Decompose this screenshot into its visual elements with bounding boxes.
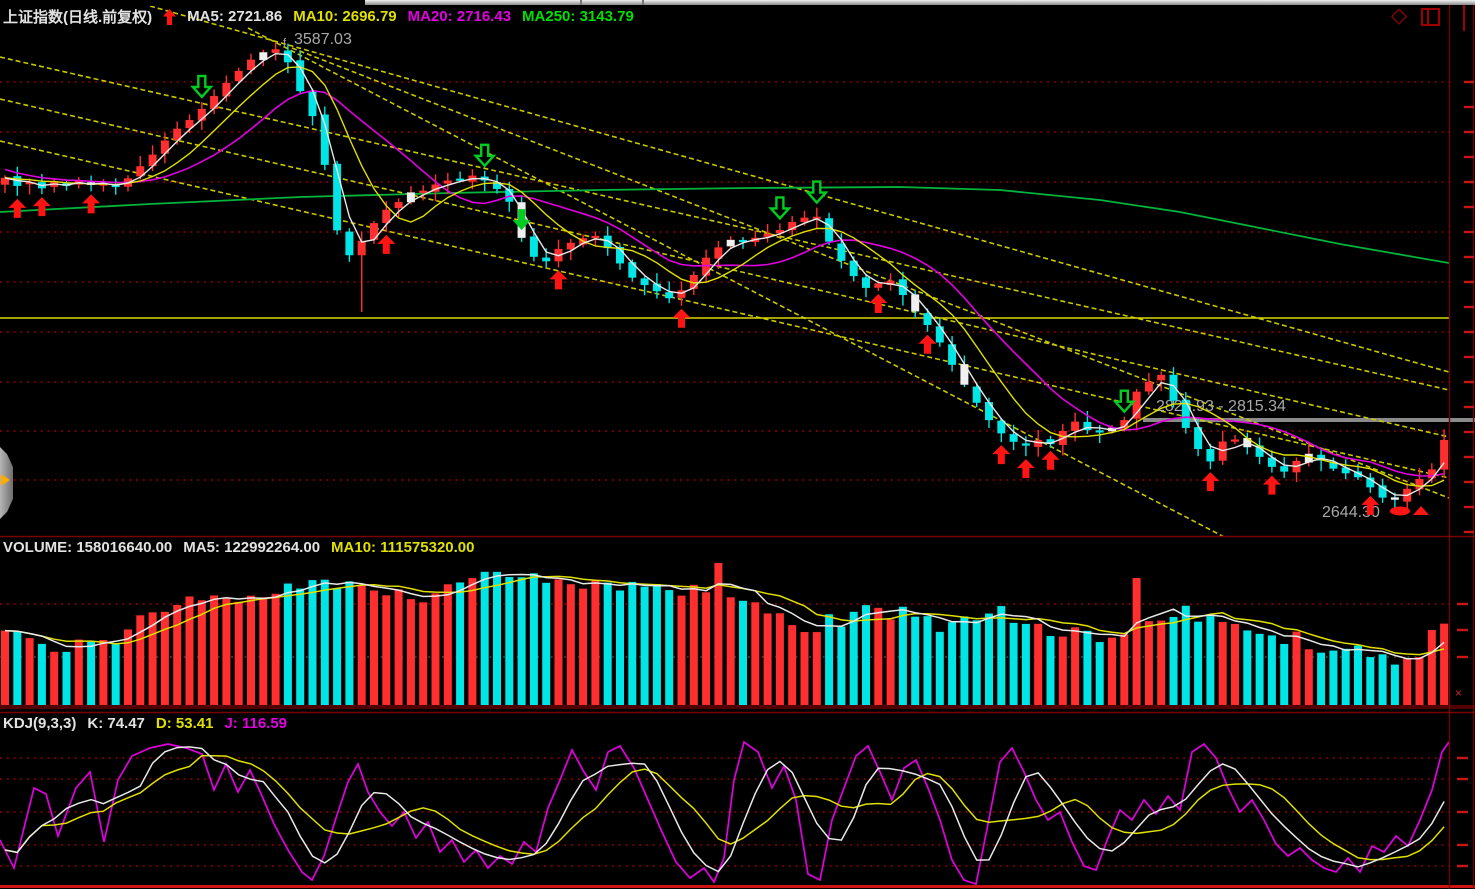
window-icon-divider [1427, 10, 1429, 24]
kdj-k-value: K: 74.47 [87, 715, 145, 732]
kdj-d-value: D: 53.41 [156, 715, 214, 732]
trading-app-window: f 3587.03 2823.93 - 2815.34 2644.30 上证指数… [0, 0, 1475, 889]
toolbar-edge-strip [365, 0, 1475, 5]
volume-ma10-value: MA10: 111575320.00 [331, 539, 474, 556]
chart-canvas[interactable]: f 3587.03 2823.93 - 2815.34 2644.30 [0, 0, 1475, 889]
kdj-j-value: J: 116.59 [224, 715, 287, 732]
peak-price-label: 3587.03 [294, 31, 352, 48]
strip-divider [642, 0, 644, 5]
window-edge-mark [1463, 5, 1465, 31]
ma250-value: MA250: 3143.79 [522, 8, 634, 25]
instrument-title: 上证指数(日线.前复权) [3, 6, 152, 27]
main-chart-header: 上证指数(日线.前复权) MA5: 2721.86 MA10: 2696.79 … [3, 6, 634, 27]
expand-arrow-icon [1, 474, 10, 486]
axis-close-button[interactable]: × [1455, 686, 1462, 700]
ma20-value: MA20: 2716.43 [408, 8, 511, 25]
ma5-value: MA5: 2721.86 [187, 8, 282, 25]
volume-header: VOLUME: 158016640.00 MA5: 122992264.00 M… [3, 539, 474, 556]
volume-value: VOLUME: 158016640.00 [3, 539, 172, 556]
kdj-header: KDJ(9,3,3) K: 74.47 D: 53.41 J: 116.59 [3, 715, 287, 732]
strip-divider [580, 0, 582, 5]
diamond-icon[interactable]: ◇ [1391, 3, 1407, 29]
kdj-name: KDJ(9,3,3) [3, 715, 76, 732]
window-layout-icon[interactable] [1421, 8, 1440, 26]
up-arrow-icon [163, 9, 176, 25]
ma10-value: MA10: 2696.79 [293, 8, 396, 25]
volume-ma5-value: MA5: 122992264.00 [183, 539, 320, 556]
